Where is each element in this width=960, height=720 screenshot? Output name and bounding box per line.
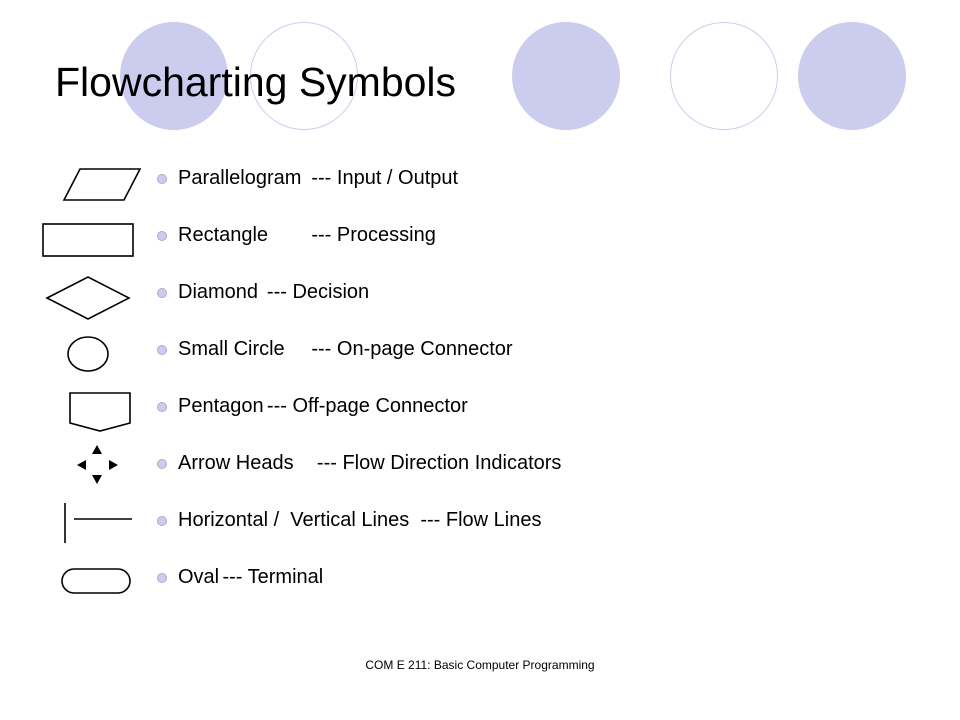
decorative-circle xyxy=(512,22,620,130)
arrow-heads-shape xyxy=(30,440,150,497)
diamond-shape xyxy=(30,269,150,326)
list-item-label: Diamond --- Decision xyxy=(178,281,370,303)
bullet-icon xyxy=(157,288,167,298)
bullet-icon xyxy=(157,231,167,241)
list-item: Small Circle --- On-page Connector xyxy=(0,326,960,383)
decorative-circle xyxy=(670,22,778,130)
list-item-label: Rectangle --- Processing xyxy=(178,224,436,246)
list-item-label: Small Circle --- On-page Connector xyxy=(178,338,513,360)
pentagon-shape xyxy=(30,383,150,440)
bullet-icon xyxy=(157,459,167,469)
bullet-icon xyxy=(157,516,167,526)
list-item: Parallelogram --- Input / Output xyxy=(0,155,960,212)
list-item-label: Arrow Heads --- Flow Direction Indicator… xyxy=(178,452,562,474)
list-item-label: Oval --- Terminal xyxy=(178,566,324,588)
symbol-list: Parallelogram --- Input / Output Rectang… xyxy=(0,155,960,611)
oval-shape xyxy=(30,554,150,611)
small-circle-shape xyxy=(30,326,150,383)
bullet-icon xyxy=(157,573,167,583)
list-item: Pentagon --- Off-page Connector xyxy=(0,383,960,440)
list-item-label: Pentagon --- Off-page Connector xyxy=(178,395,468,417)
bullet-icon xyxy=(157,174,167,184)
list-item: Arrow Heads --- Flow Direction Indicator… xyxy=(0,440,960,497)
decorative-circle xyxy=(798,22,906,130)
list-item: Oval --- Terminal xyxy=(0,554,960,611)
page-title: Flowcharting Symbols xyxy=(55,59,457,105)
flow-lines-shape xyxy=(30,497,150,554)
parallelogram-shape xyxy=(30,155,150,212)
rectangle-shape xyxy=(30,212,150,269)
list-item: Diamond --- Decision xyxy=(0,269,960,326)
list-item: Horizontal / Vertical Lines --- Flow Lin… xyxy=(0,497,960,554)
list-item-label: Parallelogram --- Input / Output xyxy=(178,167,459,189)
list-item-label: Horizontal / Vertical Lines --- Flow Lin… xyxy=(178,509,542,531)
bullet-icon xyxy=(157,345,167,355)
slide-footer: COM E 211: Basic Computer Programming xyxy=(365,658,595,672)
list-item: Rectangle --- Processing xyxy=(0,212,960,269)
bullet-icon xyxy=(157,402,167,412)
